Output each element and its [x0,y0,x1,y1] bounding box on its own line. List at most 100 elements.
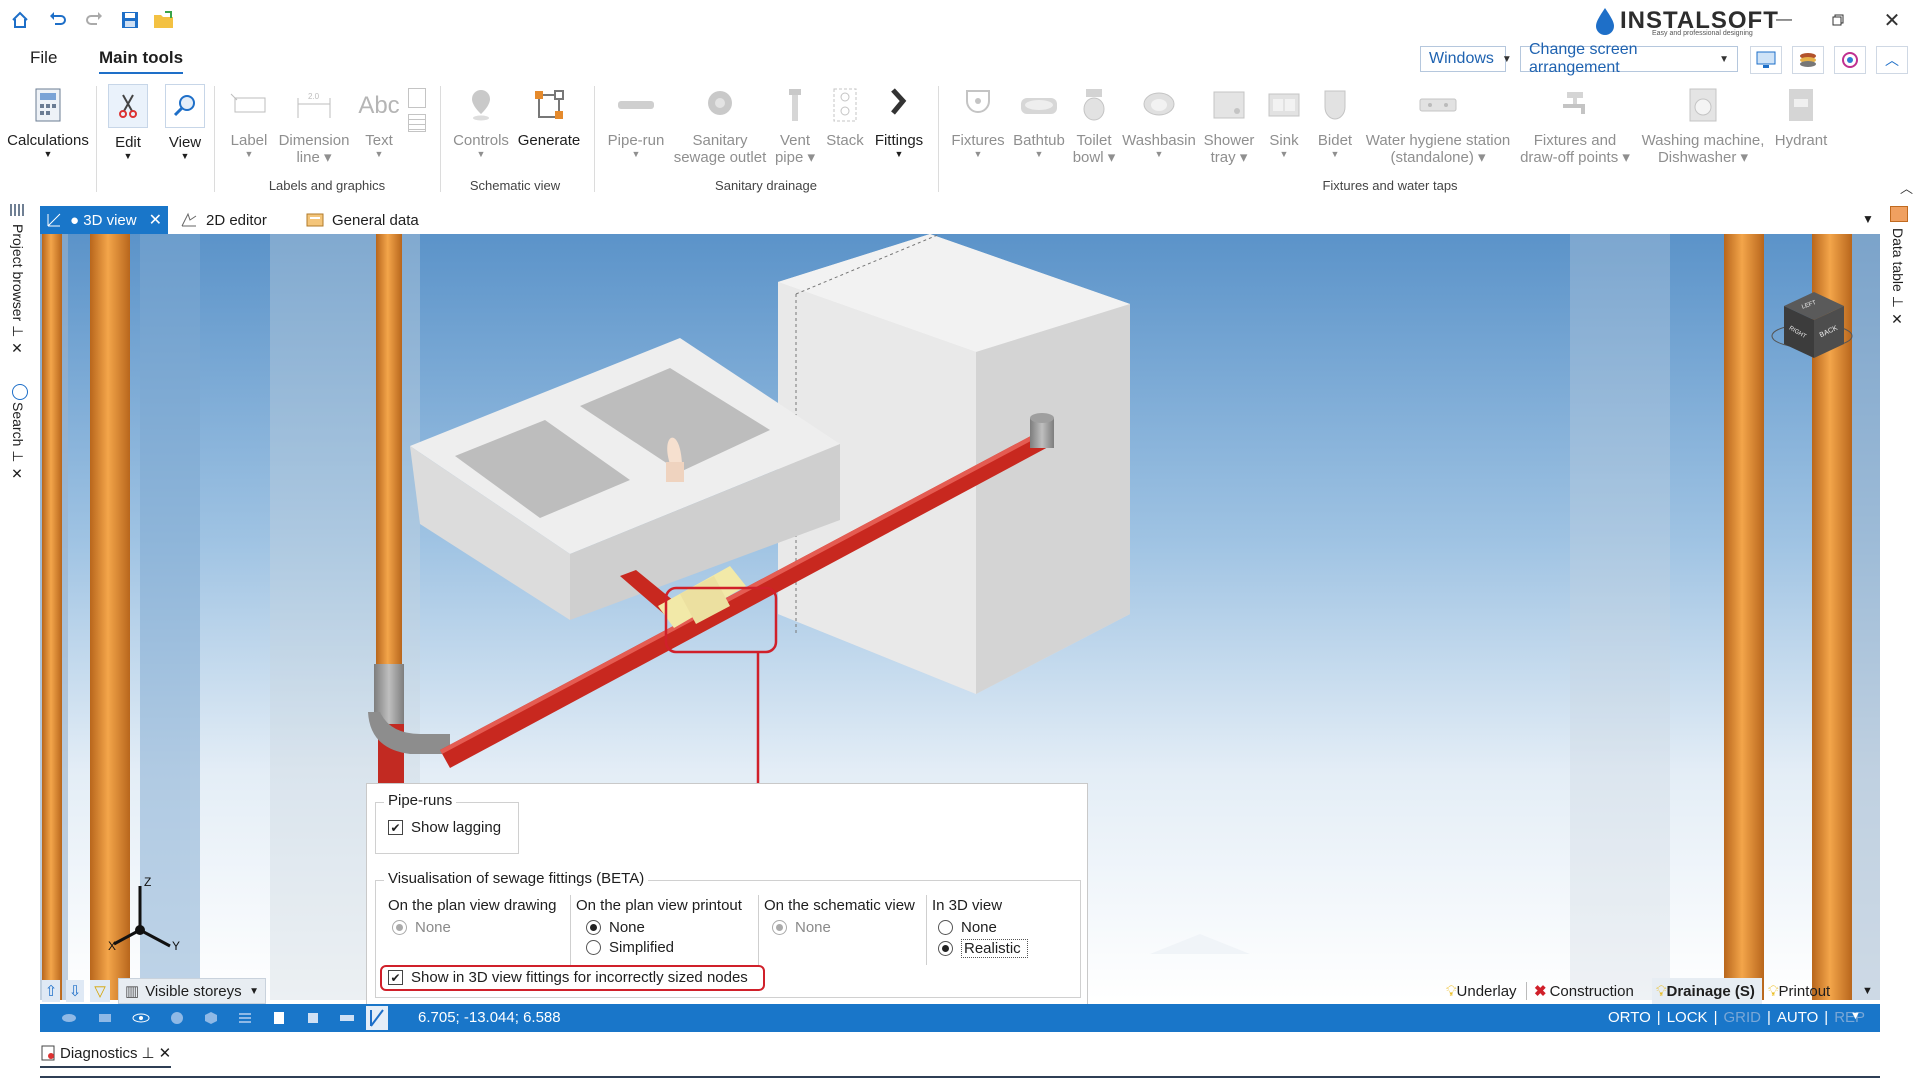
layer-printout[interactable]: 💡︎ Printout [1768,978,1830,1004]
calculations-button[interactable]: Calculations ▼ [6,84,90,159]
shower-label-1: Shower [1203,132,1255,149]
data-table-tab[interactable]: Data table ⊥ ✕ [1890,228,1906,328]
cube-icon[interactable] [202,1009,220,1027]
eye-icon[interactable] [132,1009,150,1027]
tab-3d-view[interactable]: ● 3D view ✕ [40,206,168,234]
arrow-up-icon[interactable]: ⇧ [42,980,60,1002]
show-incorrect-fittings-checkbox[interactable]: ✔ Show in 3D view fittings for incorrect… [388,969,748,986]
vent-pipe-button[interactable]: Vent pipe ▾ [772,84,818,166]
collapse-ribbon-icon[interactable]: ︿ [1876,46,1908,74]
chevron-down-icon: ▼ [374,149,384,159]
pin-icon[interactable]: ⊥ [142,1044,155,1062]
radio-icon [772,920,787,935]
water-hygiene-station-button[interactable]: Water hygiene station (standalone) ▾ [1364,84,1512,166]
measure-icon[interactable] [366,1006,388,1030]
washbasin-button[interactable]: Washbasin ▼ [1122,84,1196,159]
home-icon[interactable] [8,8,32,32]
toilet-bowl-button[interactable]: Toilet bowl ▾ [1070,84,1118,166]
building-icon[interactable] [304,1009,322,1027]
grip-icon [10,204,26,216]
arrow-down-icon[interactable]: ⇩ [66,980,84,1002]
close-icon[interactable]: ✕ [159,1044,172,1062]
layer-construction[interactable]: ✖ Construction [1534,978,1634,1004]
generate-button[interactable]: Generate [516,84,582,149]
chevron-down-icon: ▼ [1034,149,1044,159]
fixtures-button[interactable]: Fixtures ▼ [948,84,1008,159]
plan-drawing-none-radio[interactable]: None [392,919,451,936]
sphere-icon[interactable] [168,1009,186,1027]
schematic-none-radio[interactable]: None [772,919,831,936]
tab-2d-editor[interactable]: 2D editor [180,206,267,234]
layer-underlay[interactable]: 💡︎ Underlay [1446,978,1517,1004]
save-icon[interactable] [118,8,142,32]
auto-toggle[interactable]: AUTO [1777,1009,1818,1026]
diagnostics-tab[interactable]: Diagnostics ⊥ ✕ [40,1044,172,1068]
tabs-overflow-chevron-icon[interactable]: ▼ [1862,212,1874,226]
text-button[interactable]: Abc Text ▼ [356,84,402,159]
shower-tray-button[interactable]: Shower tray ▾ [1200,84,1258,166]
label-button[interactable]: Label ▼ [226,84,272,159]
screen-arrangement-dropdown[interactable]: Change screen arrangement ▼ [1520,41,1738,76]
fixtures-drawoff-button[interactable]: Fixtures and draw-off points ▾ [1516,84,1634,166]
text-abc-icon: Abc [358,91,400,119]
bathtub-button[interactable]: Bathtub ▼ [1010,84,1068,159]
visible-storeys-dropdown[interactable]: ▥ Visible storeys ▼ [118,978,266,1004]
screen-layout-icon[interactable] [1750,46,1782,74]
bidet-button[interactable]: Bidet ▼ [1310,84,1360,159]
sink-button[interactable]: Sink ▼ [1262,84,1306,159]
status-chevron-icon[interactable]: ▼ [1850,1010,1861,1022]
collapse-caret-icon[interactable]: ︿ [1900,178,1913,197]
orto-toggle[interactable]: ORTO [1608,1009,1651,1026]
3d-view-icon [46,212,62,228]
storey-filter-icon[interactable]: ▽ [90,980,110,1002]
menu-file[interactable]: File [30,48,57,68]
pipe-run-button[interactable]: Pipe-run ▼ [604,84,668,159]
controls-button[interactable]: Controls ▼ [450,84,512,159]
document-icon[interactable] [408,88,426,108]
calculator-icon [26,84,70,126]
sanitary-sewage-outlet-button[interactable]: Sanitary sewage outlet [672,84,768,166]
search-tab[interactable]: Search ⊥ ✕ [10,402,26,482]
shower-tray-icon [1207,84,1251,126]
undo-icon[interactable] [46,8,70,32]
layers-chevron-icon[interactable]: ▼ [1862,978,1873,1004]
dimension-line-button[interactable]: 2.0 Dimension line ▾ [276,84,352,166]
tab-general-data[interactable]: General data [306,206,419,234]
redo-icon[interactable] [82,8,106,32]
view-button[interactable]: View ▼ [164,84,206,161]
3d-none-radio[interactable]: None [938,919,997,936]
show-lagging-checkbox[interactable]: ✔ Show lagging [388,819,501,836]
plan-printout-none-radio[interactable]: None [586,919,645,936]
layer-drainage[interactable]: 💡︎ Drainage (S) [1652,978,1762,1004]
open-folder-icon[interactable] [152,8,176,32]
layers-stack-icon[interactable] [1792,46,1824,74]
ruler-icon[interactable] [338,1009,356,1027]
layers-icon[interactable] [96,1009,114,1027]
vertical-pipe [42,234,62,1000]
3d-realistic-radio[interactable]: Realistic [938,939,1028,958]
fittings-label: Fittings [874,132,924,149]
edit-button[interactable]: Edit ▼ [108,84,148,161]
minimize-button[interactable]: — [1764,6,1804,34]
book-icon[interactable] [270,1009,288,1027]
pipe-runs-title: Pipe-runs [384,792,457,809]
table-icon[interactable] [408,114,426,132]
windows-dropdown[interactable]: Windows ▼ [1420,46,1512,72]
lock-toggle[interactable]: LOCK [1667,1009,1708,1026]
menu-main-tools[interactable]: Main tools [99,48,184,74]
grid-toggle[interactable]: GRID [1723,1009,1761,1026]
fittings-button[interactable]: Fittings ▼ [872,84,926,159]
close-tab-icon[interactable]: ✕ [149,210,162,230]
tab-general-label: General data [332,211,419,229]
project-browser-tab[interactable]: Project browser ⊥ ✕ [10,224,26,357]
restore-button[interactable] [1818,6,1858,34]
list-icon[interactable] [236,1009,254,1027]
snap-icon[interactable] [60,1009,78,1027]
none-label: None [795,919,831,936]
close-window-button[interactable]: ✕ [1872,6,1912,34]
plan-printout-simplified-radio[interactable]: Simplified [586,939,674,956]
hydrant-button[interactable]: Hydrant [1770,84,1832,149]
washing-machine-button[interactable]: Washing machine, Dishwasher ▾ [1638,84,1768,166]
stack-button[interactable]: Stack [822,84,868,149]
color-wheel-icon[interactable] [1834,46,1866,74]
